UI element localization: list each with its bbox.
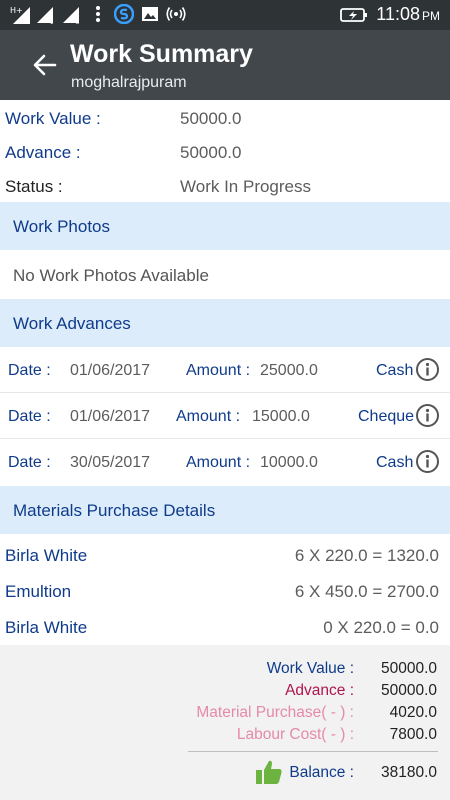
advance-amount-label: Amount : [186,454,251,471]
summary-advance-label: Advance : [285,682,354,699]
summary-material-row: Material Purchase( - ) : 4020.0 [0,704,450,726]
advance-date-label: Date : [8,408,51,425]
advance-amount: 10000.0 [260,454,318,471]
back-arrow-icon[interactable] [30,50,60,80]
material-name: Birla White [5,618,88,637]
image-icon [142,7,158,21]
material-calc: 6 X 220.0 = 1320.0 [294,546,439,565]
work-advances-header: Work Advances [0,299,450,347]
advance-date-label: Date : [8,454,51,471]
work-value-label: Work Value : [5,109,101,128]
signal-sim1-icon: 1 [37,7,54,24]
advance-amount: 15000.0 [252,408,310,425]
clock-time: 11:08 [376,4,420,24]
clock-ampm: PM [422,9,440,23]
status-bar: H+ 1 2 11:08 PM [0,0,450,30]
hotspot-icon [166,7,186,21]
advance-amount: 25000.0 [260,362,318,379]
clock: 11:08 PM [376,4,440,25]
work-value: 50000.0 [180,109,242,128]
advance-amount-label: Amount : [186,362,251,379]
advance-amount-label: Amount : [176,408,241,425]
app-toolbar: Work Summary moghalrajpuram [0,30,450,100]
material-calc: 6 X 450.0 = 2700.0 [294,582,439,601]
page-title: Work Summary [70,40,253,68]
summary-balance: 38180.0 [380,764,437,781]
signal-sim2-icon: 2 [63,7,80,24]
advance-label: Advance : [5,143,81,162]
hplus-signal-icon: H+ [10,6,30,24]
advance-mode: Cheque [358,408,415,425]
battery-charging-icon [340,7,368,22]
summary-labour: 7800.0 [389,726,437,743]
summary-balance-row: Balance : 38180.0 [0,764,450,786]
work-advances-title: Work Advances [13,314,131,333]
info-icon[interactable] [415,357,440,382]
no-photos-message: No Work Photos Available [13,266,209,285]
summary-content[interactable]: Work Value : 50000.0 Advance : 50000.0 S… [0,100,450,800]
summary-material-label: Material Purchase( - ) : [196,704,354,721]
summary-work-value-row: Work Value : 50000.0 [0,660,450,682]
work-value-row: Work Value : 50000.0 [0,102,450,134]
summary-labour-row: Labour Cost( - ) : 7800.0 [0,726,450,748]
material-list-item: Emultion 6 X 450.0 = 2700.0 [0,573,450,609]
advance-value: 50000.0 [180,143,242,162]
summary-labour-label: Labour Cost( - ) : [236,726,354,743]
advance-mode: Cash [376,454,414,471]
material-calc: 0 X 220.0 = 0.0 [323,618,439,637]
page-subtitle: moghalrajpuram [71,74,187,91]
material-name: Emultion [5,582,72,601]
work-photos-header: Work Photos [0,202,450,250]
advance-row: Advance : 50000.0 [0,136,450,168]
summary-work-value: 50000.0 [380,660,437,677]
summary-work-value-label: Work Value : [266,660,354,677]
material-name: Birla White [5,546,88,565]
summary-advance: 50000.0 [380,682,437,699]
advance-mode: Cash [376,362,414,379]
svg-text:1: 1 [50,20,54,24]
advance-date: 01/06/2017 [70,362,151,379]
summary-panel: Work Value : 50000.0 Advance : 50000.0 M… [0,645,450,800]
materials-header: Materials Purchase Details [0,486,450,534]
work-photos-title: Work Photos [13,217,111,236]
summary-material: 4020.0 [389,704,437,721]
status-row: Status : Work In Progress [0,170,450,202]
summary-balance-label: Balance : [289,764,354,781]
more-vert-icon [96,6,100,22]
status-label: Status : [5,177,63,196]
app-s-icon [114,4,134,24]
status-value: Work In Progress [180,177,312,196]
advance-date-label: Date : [8,362,51,379]
advance-list-item: Date : 01/06/2017 Amount : 15000.0 Chequ… [0,393,450,439]
summary-divider [188,751,438,752]
advance-list-item: Date : 30/05/2017 Amount : 10000.0 Cash [0,439,450,485]
info-icon[interactable] [415,449,440,474]
advance-list-item: Date : 01/06/2017 Amount : 25000.0 Cash [0,347,450,393]
material-list-item: Birla White 6 X 220.0 = 1320.0 [0,537,450,573]
info-icon[interactable] [415,403,440,428]
material-list-item: Birla White 0 X 220.0 = 0.0 [0,609,450,645]
advance-date: 01/06/2017 [70,408,151,425]
advance-date: 30/05/2017 [70,454,151,471]
materials-title: Materials Purchase Details [13,501,216,520]
svg-text:H+: H+ [10,6,23,15]
summary-advance-row: Advance : 50000.0 [0,682,450,704]
svg-text:2: 2 [76,20,80,24]
